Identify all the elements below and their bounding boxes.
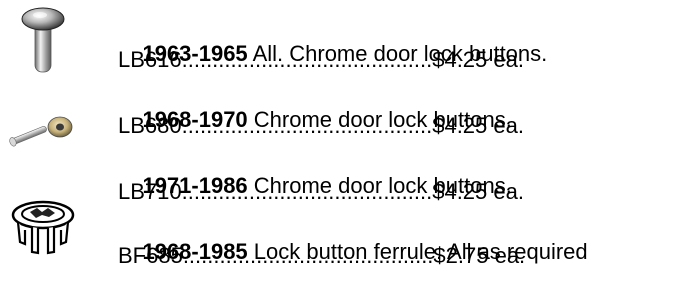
item-part-price: LB710...................................… xyxy=(118,179,524,204)
item-part-price: LB680...................................… xyxy=(118,113,524,138)
item-part-price: BF685...................................… xyxy=(118,243,526,268)
ferrule-clip-icon xyxy=(8,198,78,260)
chrome-pin-lock-button-icon xyxy=(6,112,80,152)
chrome-knob-lock-button-icon xyxy=(18,6,70,78)
item-part-price: LB616...................................… xyxy=(118,47,524,72)
